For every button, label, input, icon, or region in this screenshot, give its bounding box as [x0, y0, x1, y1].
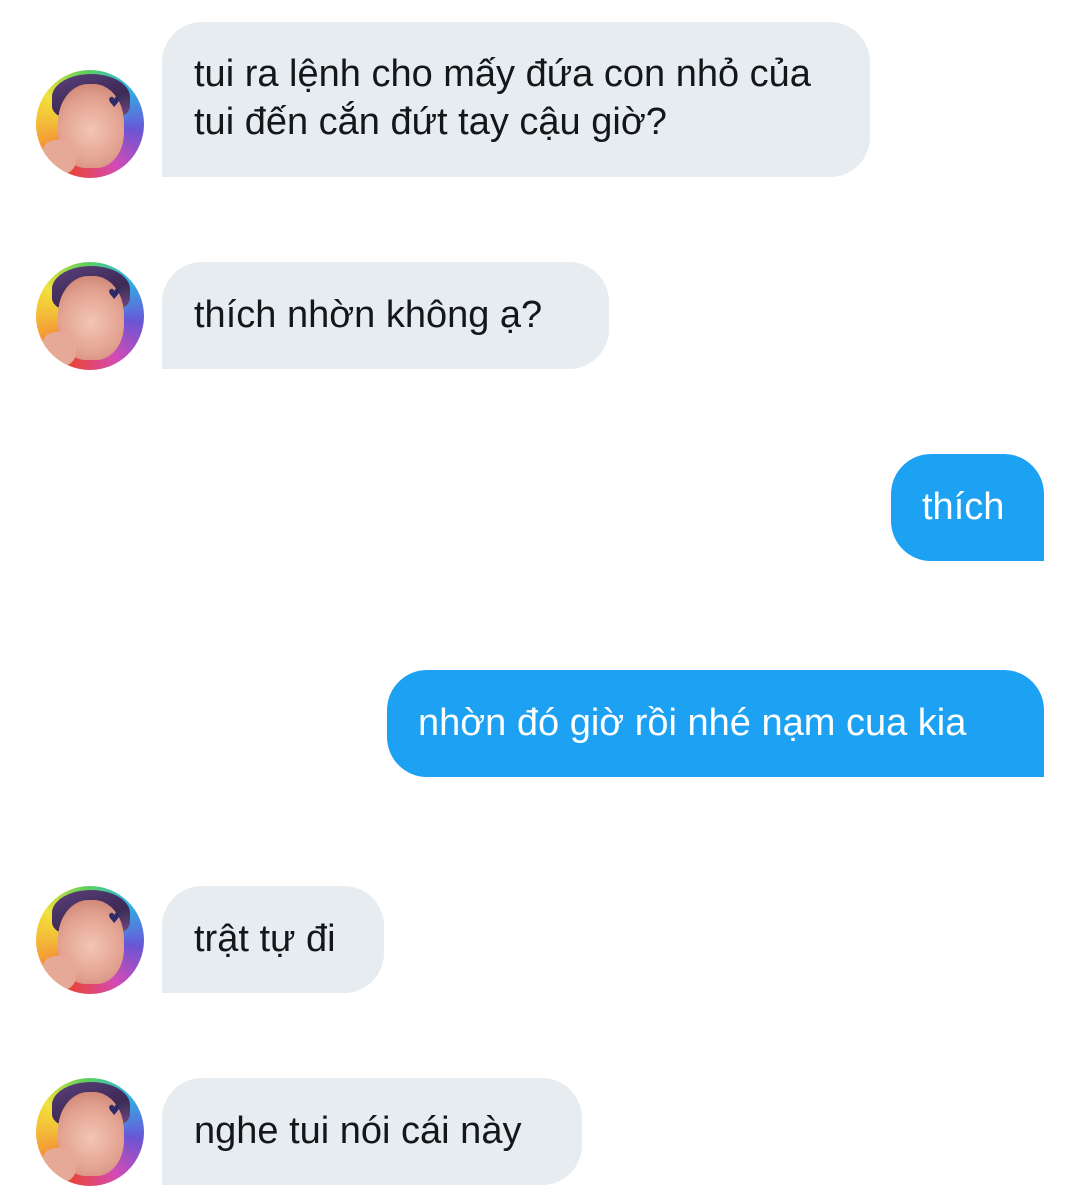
avatar[interactable]: ♥	[36, 70, 144, 178]
avatar[interactable]: ♥	[36, 1078, 144, 1186]
message-text: trật tự đi	[194, 918, 336, 960]
avatar-hand	[42, 956, 76, 990]
message-bubble[interactable]: trật tự đi	[162, 886, 384, 993]
message-text: nghe tui nói cái này	[194, 1110, 522, 1152]
avatar-hand	[42, 1148, 76, 1182]
avatar-hand	[42, 140, 76, 174]
message-bubble[interactable]: nhờn đó giờ rồi nhé nạm cua kia	[387, 670, 1044, 777]
avatar[interactable]: ♥	[36, 262, 144, 370]
message-text: tui ra lệnh cho mấy đứa con nhỏ của tui …	[194, 53, 811, 143]
heart-icon: ♥	[108, 911, 121, 927]
message-text: nhờn đó giờ rồi nhé nạm cua kia	[418, 702, 967, 744]
message-bubble[interactable]: thích nhờn không ạ?	[162, 262, 609, 369]
message-bubble[interactable]: thích	[891, 454, 1044, 561]
heart-icon: ♥	[108, 287, 121, 303]
avatar[interactable]: ♥	[36, 886, 144, 994]
heart-icon: ♥	[108, 95, 121, 111]
message-text: thích nhờn không ạ?	[194, 294, 543, 336]
message-bubble[interactable]: nghe tui nói cái này	[162, 1078, 582, 1185]
message-bubble[interactable]: tui ra lệnh cho mấy đứa con nhỏ của tui …	[162, 22, 870, 177]
avatar-hand	[42, 332, 76, 366]
heart-icon: ♥	[108, 1103, 121, 1119]
message-text: thích	[922, 486, 1005, 528]
